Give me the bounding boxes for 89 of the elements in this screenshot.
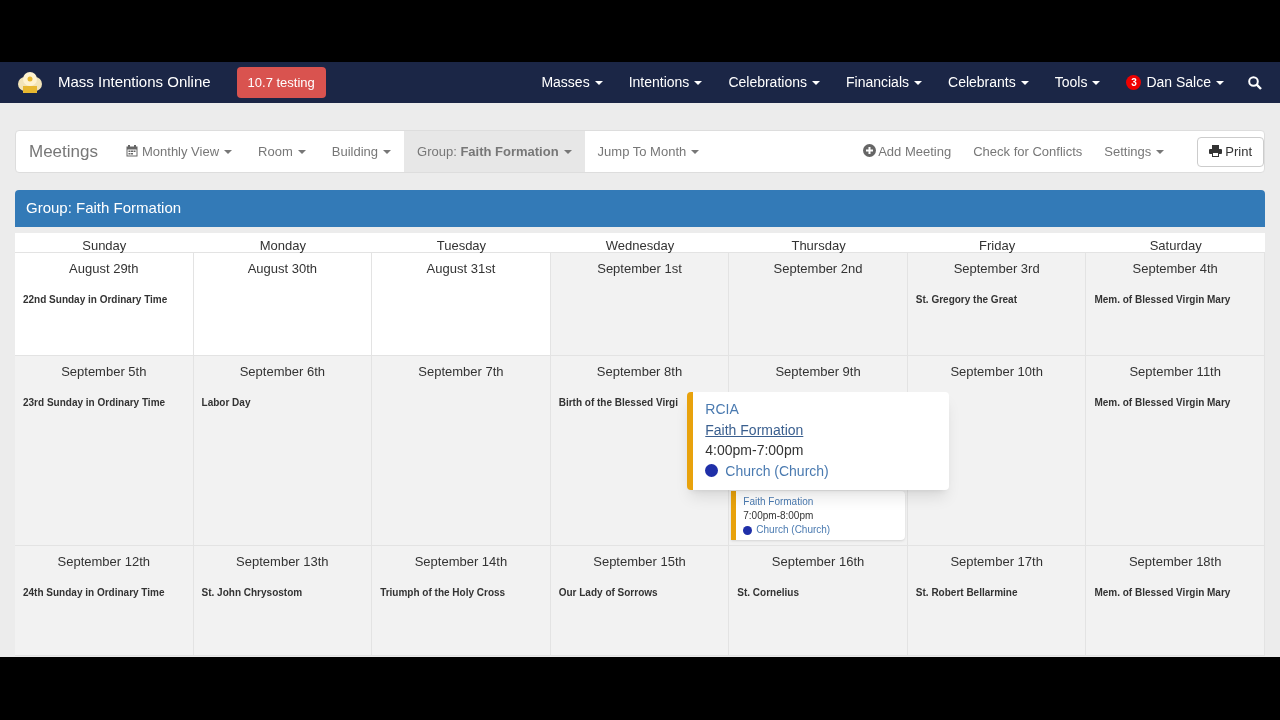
- day-date: September 2nd: [773, 261, 863, 276]
- toolbar-link[interactable]: Check for Conflicts: [962, 131, 1094, 172]
- nav-menu[interactable]: Financials: [846, 72, 922, 93]
- feast-label: Mem. of Blessed Virgin Mary: [1093, 396, 1232, 410]
- feast-label: St. Robert Bellarmine: [914, 586, 1019, 600]
- logo-icon[interactable]: [16, 70, 44, 95]
- calendar-icon: [126, 144, 138, 157]
- popover-title: RCIA: [705, 400, 740, 419]
- printer-icon: [1209, 144, 1223, 157]
- caret-icon: [594, 80, 603, 85]
- toolbar-dropdown[interactable]: Group: Faith Formation: [404, 131, 585, 172]
- day-date: August 30th: [247, 261, 318, 276]
- caret-icon: [297, 150, 306, 155]
- feast-label: Birth of the Blessed Virgi: [557, 396, 679, 410]
- nav-menu[interactable]: Tools: [1054, 72, 1101, 93]
- caret-icon: [383, 150, 391, 155]
- brand-link[interactable]: Mass Intentions Online: [58, 71, 211, 94]
- weekday-header: Tuesday: [436, 238, 487, 253]
- caret-icon: [694, 80, 703, 85]
- caret-icon: [224, 150, 233, 155]
- toolbar-dropdown[interactable]: Settings: [1093, 131, 1176, 172]
- nav-menu[interactable]: Celebrations: [728, 72, 820, 93]
- version-badge: 10.7 testing: [236, 66, 326, 99]
- day-date: September 5th: [61, 364, 147, 379]
- day-date: August 29th: [69, 261, 139, 276]
- day-date: September 15th: [593, 554, 686, 569]
- day-date: September 18th: [1128, 554, 1222, 569]
- feast-label: Mem. of Blessed Virgin Mary: [1093, 586, 1232, 600]
- toolbar-dropdown[interactable]: Building: [318, 131, 404, 172]
- caret-icon: [1020, 80, 1029, 85]
- day-date: September 13th: [236, 554, 329, 569]
- notification-badge: 3: [1126, 75, 1142, 90]
- popover-location: Church (Church): [725, 461, 829, 481]
- weekday-header: Wednesday: [605, 238, 675, 253]
- nav-menu[interactable]: Masses: [541, 72, 603, 93]
- day-date: September 3rd: [953, 261, 1040, 276]
- feast-label: 22nd Sunday in Ordinary Time: [22, 293, 169, 307]
- weekday-header: Sunday: [82, 238, 127, 253]
- toolbar-link[interactable]: Add Meeting: [852, 131, 963, 172]
- day-date: August 31st: [426, 261, 496, 276]
- weekday-header: Monday: [259, 238, 306, 253]
- day-date: September 4th: [1132, 261, 1218, 276]
- popover-time: 4:00pm-7:00pm: [705, 441, 805, 460]
- caret-icon: [914, 80, 922, 85]
- day-date: September 11th: [1129, 364, 1221, 379]
- day-date: September 12th: [57, 554, 151, 569]
- toolbar-title: Meetings: [28, 140, 99, 163]
- feast-label: St. John Chrysostom: [200, 586, 304, 600]
- caret-icon: [812, 80, 820, 85]
- group-link[interactable]: Faith Formation: [705, 421, 804, 438]
- caret-icon: [1156, 150, 1165, 155]
- day-date: September 9th: [775, 364, 861, 379]
- event-location: Church (Church): [756, 523, 831, 537]
- feast-label: Our Lady of Sorrows: [557, 586, 659, 600]
- toolbar-dropdown[interactable]: Room: [245, 131, 319, 172]
- feast-label: Labor Day: [200, 396, 252, 410]
- caret-icon: [1216, 80, 1224, 85]
- weekday-header: Thursday: [791, 238, 846, 253]
- feast-label: St. Gregory the Great: [914, 293, 1018, 307]
- caret-icon: [691, 150, 700, 155]
- search-icon[interactable]: [1248, 75, 1262, 90]
- weekday-header: Saturday: [1149, 238, 1202, 253]
- plus-circle-icon: [863, 143, 877, 157]
- toolbar-dropdown[interactable]: Monthly View: [113, 131, 246, 172]
- feast-label: St. Cornelius: [736, 586, 800, 600]
- event-time: 7:00pm-8:00pm: [743, 509, 815, 523]
- user-menu[interactable]: 3 Dan Salce: [1126, 72, 1224, 93]
- day-date: September 8th: [596, 364, 683, 379]
- print-button[interactable]: Print: [1197, 136, 1264, 167]
- toolbar-dropdown[interactable]: Jump To Month: [584, 131, 713, 172]
- event-card[interactable]: Faith Formation 7:00pm-8:00pm Church (Church): [731, 491, 905, 540]
- caret-icon: [1092, 80, 1101, 85]
- nav-menu[interactable]: Intentions: [628, 72, 703, 93]
- panel-header: Group: Faith Formation: [15, 190, 1265, 227]
- day-date: September 1st: [597, 261, 682, 276]
- feast-label: Triumph of the Holy Cross: [379, 586, 507, 600]
- feast-label: 24th Sunday in Ordinary Time: [22, 586, 166, 600]
- feast-label: Mem. of Blessed Virgin Mary: [1093, 293, 1232, 307]
- day-date: September 10th: [950, 364, 1043, 379]
- day-date: September 16th: [771, 554, 865, 569]
- weekday-header: Friday: [979, 238, 1016, 253]
- day-date: September 7th: [418, 364, 504, 379]
- nav-menu[interactable]: Celebrants: [948, 72, 1029, 93]
- day-date: September 17th: [950, 554, 1043, 569]
- event-group: Faith Formation: [743, 495, 898, 509]
- caret-icon: [563, 150, 572, 155]
- day-date: September 14th: [414, 554, 508, 569]
- day-date: September 6th: [239, 364, 325, 379]
- feast-label: 23rd Sunday in Ordinary Time: [22, 396, 167, 410]
